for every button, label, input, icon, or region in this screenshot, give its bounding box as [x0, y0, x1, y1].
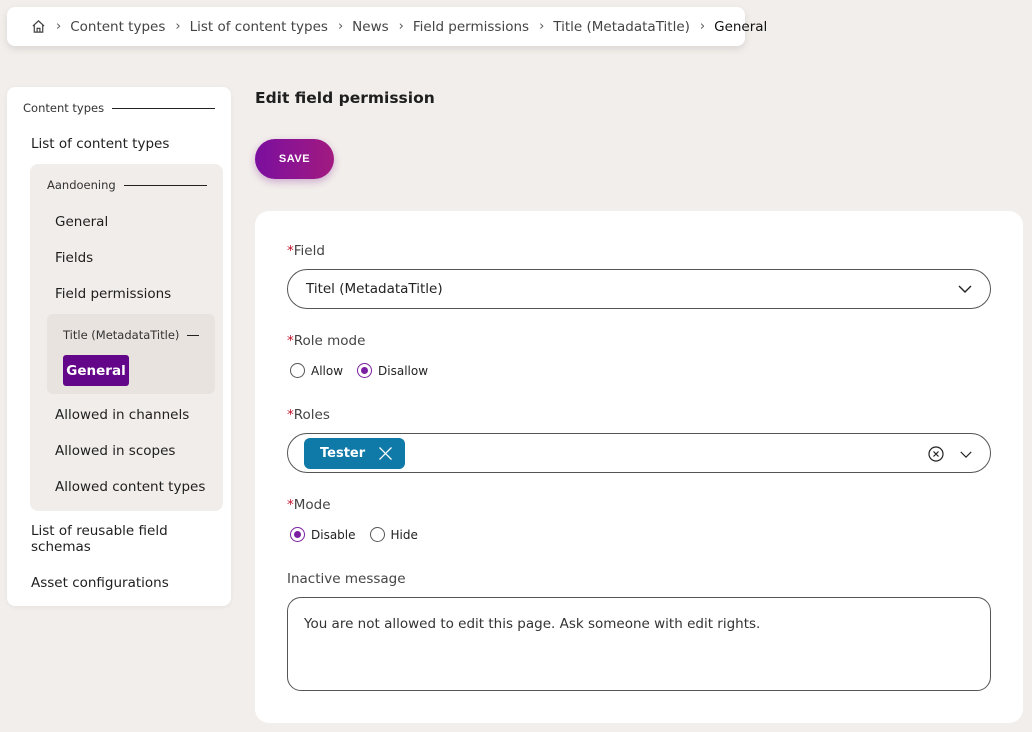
chevron-down-icon[interactable] [957, 283, 973, 295]
page-title: Edit field permission [255, 89, 435, 107]
role-mode-radio-group: Allow Disallow [290, 363, 442, 378]
sidebar-nested-group-label: Title (MetadataTitle) [63, 328, 180, 342]
mode-radio-group: Disable Hide [290, 527, 432, 542]
radio-hide[interactable] [369, 527, 385, 542]
close-icon[interactable] [378, 446, 393, 461]
sidebar: Content types List of content types Aand… [7, 87, 231, 606]
required-mark: * [287, 243, 294, 259]
sidebar-item-reusable-field-schemas[interactable]: List of reusable field schemas [31, 523, 211, 555]
breadcrumb-field-permissions[interactable]: Field permissions [413, 19, 529, 35]
sidebar-item-general-active[interactable]: General [63, 355, 129, 386]
roles-select[interactable]: Tester [287, 433, 991, 473]
chevron-right-icon: › [699, 19, 706, 34]
form-card: *Field Titel (MetadataTitle) *Role mode … [255, 211, 1023, 723]
breadcrumb-list-content-types[interactable]: List of content types [190, 19, 328, 35]
field-select[interactable]: Titel (MetadataTitle) [287, 269, 991, 309]
sidebar-item-general[interactable]: General [55, 214, 108, 230]
chevron-right-icon: › [539, 19, 545, 34]
breadcrumb: › Content types › List of content types … [7, 7, 767, 46]
divider [123, 184, 207, 186]
save-button[interactable]: SAVE [255, 139, 334, 179]
sidebar-group-header: Content types [23, 101, 215, 115]
divider [187, 334, 199, 336]
sidebar-item-asset-configurations[interactable]: Asset configurations [31, 575, 169, 591]
role-mode-label: *Role mode [287, 333, 366, 349]
inactive-message-textarea[interactable]: You are not allowed to edit this page. A… [287, 597, 991, 691]
chevron-down-icon[interactable] [959, 448, 973, 460]
required-mark: * [287, 407, 294, 423]
chevron-right-icon: › [56, 19, 62, 34]
breadcrumb-content-types[interactable]: Content types [70, 19, 165, 35]
required-mark: * [287, 333, 294, 349]
mode-label: *Mode [287, 497, 331, 513]
sidebar-item-allowed-scopes[interactable]: Allowed in scopes [55, 443, 175, 459]
sidebar-group-label: Content types [23, 101, 105, 115]
breadcrumb-news[interactable]: News [352, 19, 388, 35]
sidebar-item-list-content-types[interactable]: List of content types [31, 136, 169, 152]
sidebar-item-allowed-content-types[interactable]: Allowed content types [55, 479, 205, 495]
radio-disallow[interactable] [357, 363, 373, 378]
sidebar-item-fields[interactable]: Fields [55, 250, 93, 266]
chevron-right-icon: › [337, 19, 344, 34]
chevron-right-icon: › [398, 19, 404, 34]
sidebar-subgroup-header: Aandoening [47, 178, 207, 192]
roles-label: *Roles [287, 407, 330, 423]
required-mark: * [287, 497, 294, 513]
divider [112, 107, 215, 109]
radio-disable[interactable] [290, 527, 305, 542]
role-mode-disallow[interactable]: Disallow [357, 363, 428, 378]
field-label: *Field [287, 243, 325, 259]
sidebar-item-field-permissions[interactable]: Field permissions [55, 286, 171, 302]
radio-allow[interactable] [290, 363, 305, 378]
mode-hide[interactable]: Hide [369, 527, 418, 542]
home-icon[interactable] [31, 19, 46, 34]
role-mode-allow[interactable]: Allow [290, 363, 343, 378]
sidebar-item-allowed-channels[interactable]: Allowed in channels [55, 407, 189, 423]
breadcrumb-current: General [714, 18, 768, 35]
sidebar-nested-group-header: Title (MetadataTitle) [63, 328, 199, 342]
inactive-message-label: Inactive message [287, 571, 406, 587]
role-chip-tester: Tester [304, 438, 405, 469]
field-select-value: Titel (MetadataTitle) [306, 281, 443, 297]
chevron-right-icon: › [175, 19, 181, 34]
breadcrumb-title-field[interactable]: Title (MetadataTitle) [553, 19, 690, 35]
sidebar-subgroup-label: Aandoening [47, 178, 116, 192]
clear-all-icon[interactable] [928, 446, 944, 462]
mode-disable[interactable]: Disable [290, 527, 356, 542]
